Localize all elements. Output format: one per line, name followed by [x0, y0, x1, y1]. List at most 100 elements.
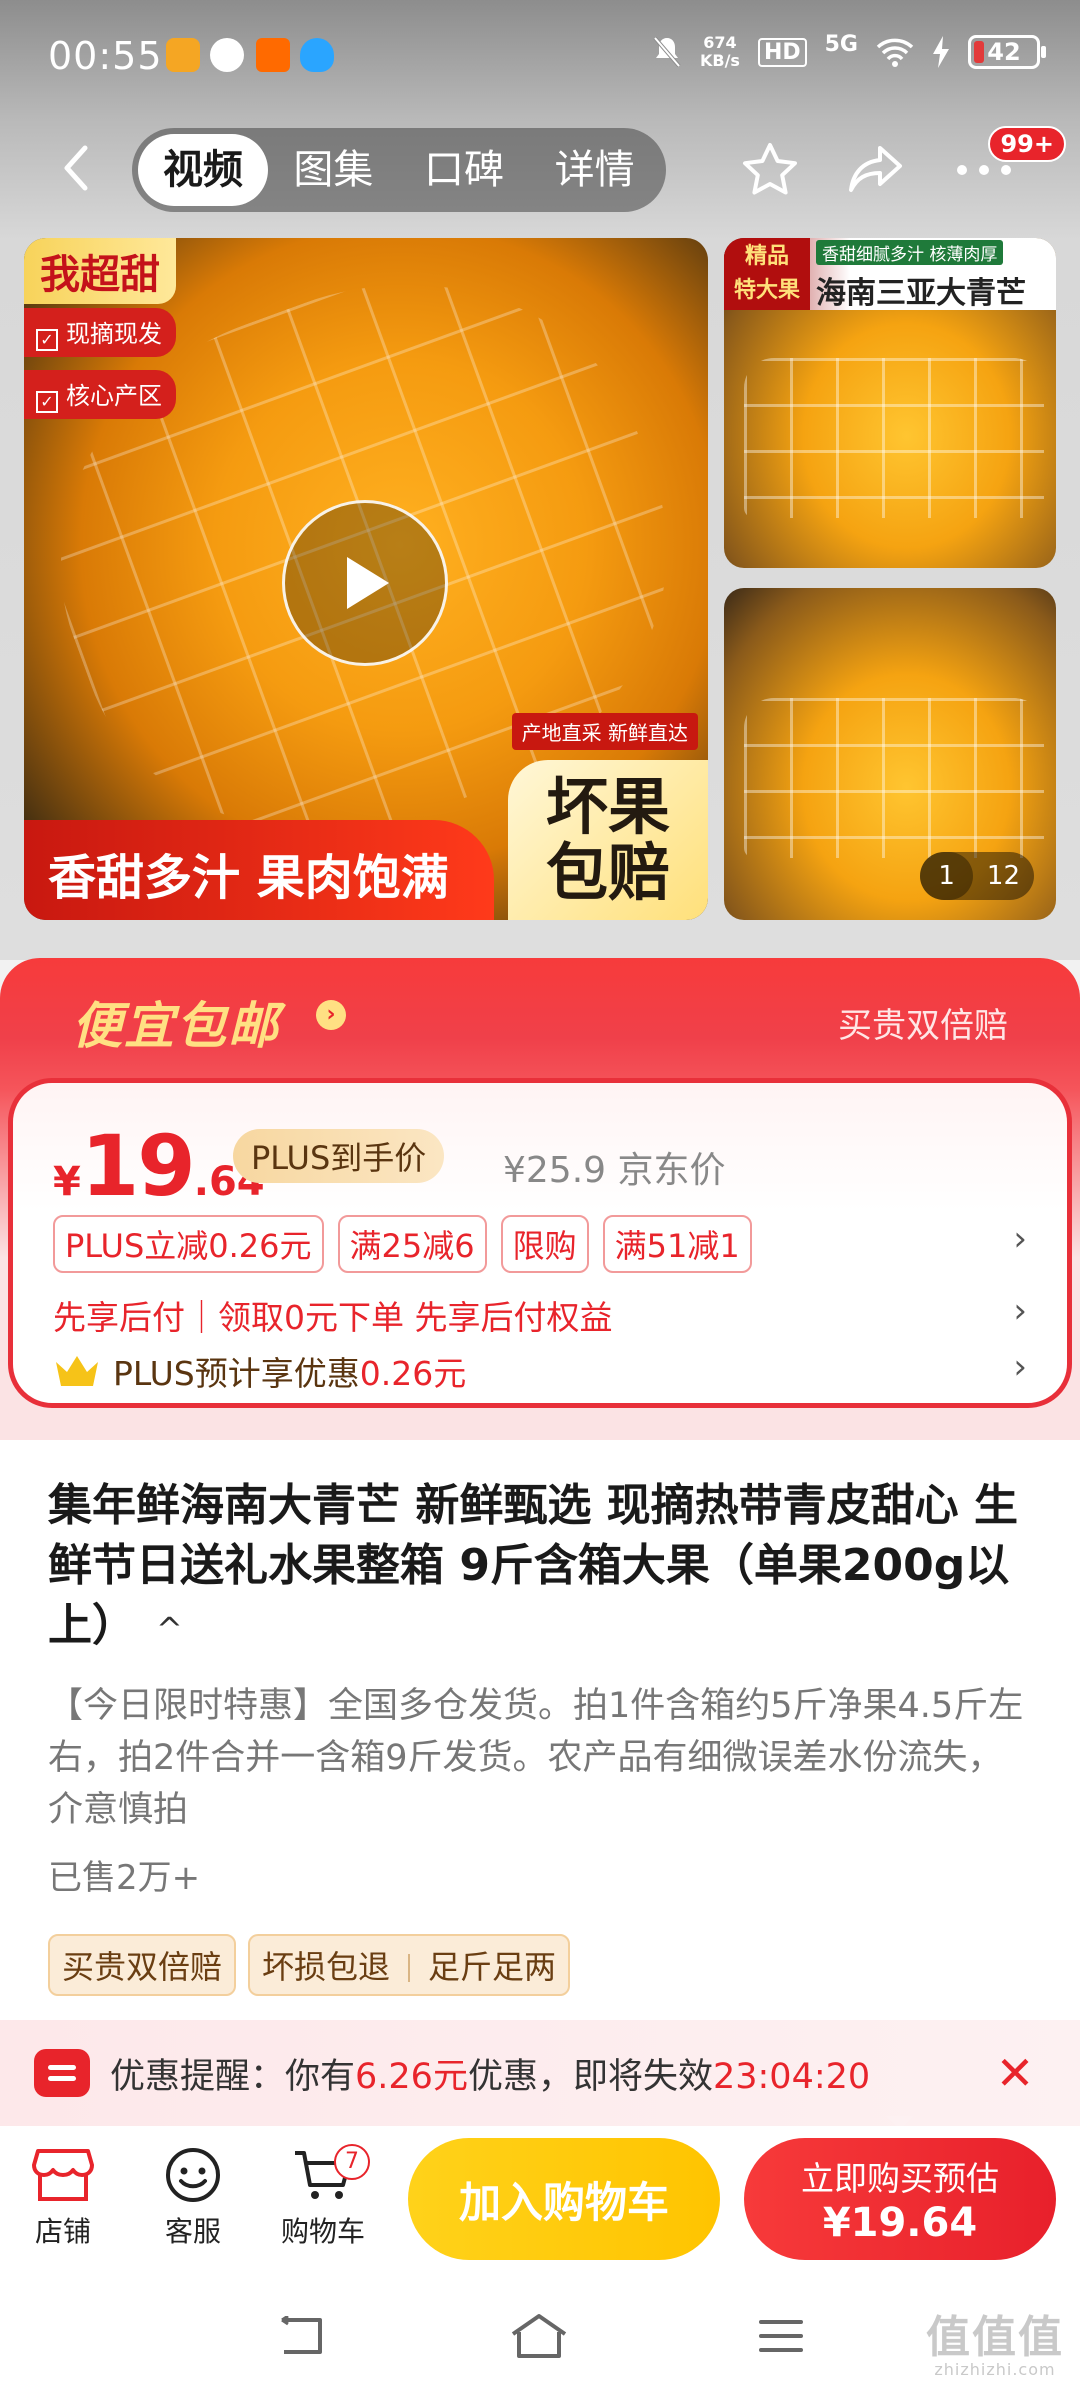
app-notification-icon [256, 38, 290, 72]
system-home-button[interactable] [504, 2306, 574, 2366]
tab-reviews[interactable]: 口碑 [399, 134, 530, 206]
thumbnail-subtitle: 香甜细腻多汁 核薄肉厚 [816, 240, 1004, 265]
play-icon [347, 557, 389, 609]
thumbnail-tag-line-2: 特大果 [733, 278, 800, 303]
discount-reminder-bar[interactable]: 优惠提醒：你有6.26元优惠，即将失效23:04:20 ✕ [0, 2020, 1080, 2126]
tab-details[interactable]: 详情 [529, 134, 660, 206]
chevron-right-icon[interactable]: › [1013, 1347, 1027, 1387]
chevron-right-icon[interactable]: › [1013, 1291, 1027, 1331]
share-button[interactable] [842, 136, 910, 204]
coupon-tag[interactable]: 满25减6 [337, 1215, 487, 1273]
message-badge: 99+ [988, 126, 1066, 162]
more-icon [957, 165, 1011, 175]
chevron-right-icon[interactable]: › [1013, 1219, 1027, 1259]
check-icon: ✓ [36, 329, 58, 351]
price-guarantee-link[interactable]: 买贵双倍赔 [838, 998, 1008, 1047]
mango-image [744, 358, 1044, 518]
home-icon [511, 2314, 567, 2358]
tab-gallery[interactable]: 图集 [268, 134, 399, 206]
image-counter: 1 12 [920, 852, 1034, 900]
image-corner-badge: 坏果 包赔 [508, 760, 708, 920]
system-menu-button[interactable] [746, 2306, 816, 2366]
service-tag[interactable]: 买贵双倍赔 [48, 1934, 237, 1996]
image-chip-label: 现摘现发 [66, 320, 162, 348]
plus-estimate-value: 0.26元 [359, 1354, 467, 1393]
service-label: 客服 [164, 2215, 221, 2248]
battery-level: 42 [987, 38, 1021, 66]
price-integer: 19 [80, 1117, 196, 1215]
gallery-thumbnail-1[interactable]: 精品特大果 香甜细腻多汁 核薄肉厚 海南三亚大青芒 [724, 238, 1056, 568]
cheap-shipping-title[interactable]: 便宜包邮 [72, 986, 280, 1058]
favorite-button[interactable] [736, 136, 804, 204]
back-button[interactable] [48, 140, 104, 196]
net-speed-unit: KB/s [699, 51, 740, 70]
hd-icon: HD [757, 37, 807, 67]
promo-section: 便宜包邮 › 买贵双倍赔 ¥ 19 .64 PLUS到手价 ¥25.9 京东价 … [0, 958, 1080, 1458]
corner-line-1: 坏果 [545, 770, 670, 843]
sold-count: 已售2万+ [48, 1858, 201, 1898]
price-card: ¥ 19 .64 PLUS到手价 ¥25.9 京东价 PLUS立减0.26元 满… [8, 1078, 1072, 1408]
thumbnail-title: 海南三亚大青芒 [816, 276, 1026, 311]
check-icon: ✓ [36, 391, 58, 413]
thumbnail-label: 精品特大果 香甜细腻多汁 核薄肉厚 海南三亚大青芒 [724, 238, 1056, 311]
product-title-text: 集年鲜海南大青芒 新鲜甄选 现摘热带青皮甜心 生鲜节日送礼水果整箱 9斤含箱大果… [48, 1480, 1018, 1651]
thumbnail-tag-line-1: 精品 [744, 244, 789, 269]
coupon-tag[interactable]: 限购 [500, 1215, 589, 1273]
app-notification-icon [210, 38, 244, 72]
status-time: 00:55 [48, 34, 163, 78]
image-counter-current: 1 [920, 852, 973, 900]
system-back-button[interactable] [266, 2306, 336, 2366]
divider [408, 1954, 411, 1982]
reminder-countdown: 23:04:20 [712, 2056, 871, 2097]
watermark-url: zhizhizhi.com [934, 2360, 1056, 2379]
cart-count-badge: 7 [334, 2144, 370, 2180]
network-type: 5G [824, 31, 858, 57]
gallery-thumbnail-2[interactable]: 1 12 [724, 588, 1056, 920]
status-right: 674 KB/s HD 5G 42 [652, 31, 1046, 70]
star-icon [743, 143, 797, 195]
watermark-logo: 值值值 [926, 2312, 1064, 2363]
main-video-preview[interactable]: 我超甜 ✓ 现摘现发 ✓ 核心产区 产地直采 新鲜直达 香甜多汁 果肉饱满 坏果 包… [24, 238, 708, 920]
coupon-tag[interactable]: 满51减1 [602, 1215, 752, 1273]
system-navigation-bar [0, 2276, 1080, 2400]
coupon-row[interactable]: PLUS立减0.26元 满25减6 限购 满51减1 [53, 1215, 752, 1273]
chevron-right-icon[interactable]: › [316, 1000, 346, 1030]
crown-icon [56, 1356, 98, 1386]
status-bar: 00:55 674 KB/s HD 5G 42 [0, 0, 1080, 118]
play-button[interactable] [282, 500, 448, 666]
service-tags[interactable]: 买贵双倍赔 坏损包退 足斤足两 [48, 1934, 571, 1996]
product-title: 集年鲜海南大青芒 新鲜甄选 现摘热带青皮甜心 生鲜节日送礼水果整箱 9斤含箱大果… [48, 1476, 1038, 1659]
bottom-action-bar: 店铺 客服 购物车 7 加入购物车 立即购买预估 ¥19.64 [0, 2126, 1080, 2276]
jd-price: ¥25.9 京东价 [503, 1150, 726, 1191]
reminder-prefix: 优惠提醒：你有 [110, 2056, 356, 2097]
back-icon [281, 2316, 322, 2354]
add-to-cart-button[interactable]: 加入购物车 [408, 2138, 720, 2260]
buy-now-button[interactable]: 立即购买预估 ¥19.64 [744, 2138, 1056, 2260]
customer-service-button[interactable]: 客服 [138, 2140, 248, 2250]
media-tabs: 视频 图集 口碑 详情 [132, 128, 666, 212]
reminder-middle: 优惠，即将失效 [467, 2056, 713, 2097]
store-icon [32, 2149, 94, 2201]
image-tag-sweet: 我超甜 [24, 238, 176, 304]
image-chip-label: 核心产区 [66, 382, 162, 410]
qq-notification-icon [300, 38, 334, 72]
share-icon [849, 146, 902, 192]
pay-later-row[interactable]: 先享后付｜领取0元下单 先享后付权益 [53, 1291, 613, 1339]
image-banner: 香甜多汁 果肉饱满 [24, 820, 494, 920]
buy-now-label: 立即购买预估 [801, 2159, 999, 2198]
service-tag-group[interactable]: 坏损包退 足斤足两 [248, 1934, 571, 1996]
chevron-up-icon[interactable]: ^ [156, 1599, 183, 1659]
service-tag: 足斤足两 [428, 1948, 557, 1986]
menu-coupon-icon [34, 2049, 90, 2097]
price-symbol: ¥ [53, 1159, 81, 1205]
close-icon[interactable]: ✕ [990, 2048, 1040, 2098]
image-counter-total: 12 [986, 861, 1020, 891]
current-price: ¥ 19 .64 [53, 1117, 265, 1215]
shop-label: 店铺 [34, 2215, 91, 2248]
smiley-chat-icon [166, 2148, 220, 2202]
plus-estimate-row[interactable]: PLUS预计享优惠0.26元 [53, 1347, 466, 1395]
cart-button[interactable]: 购物车 7 [268, 2140, 378, 2250]
tab-video[interactable]: 视频 [138, 134, 268, 206]
shop-button[interactable]: 店铺 [8, 2140, 118, 2250]
coupon-tag[interactable]: PLUS立减0.26元 [53, 1215, 324, 1273]
